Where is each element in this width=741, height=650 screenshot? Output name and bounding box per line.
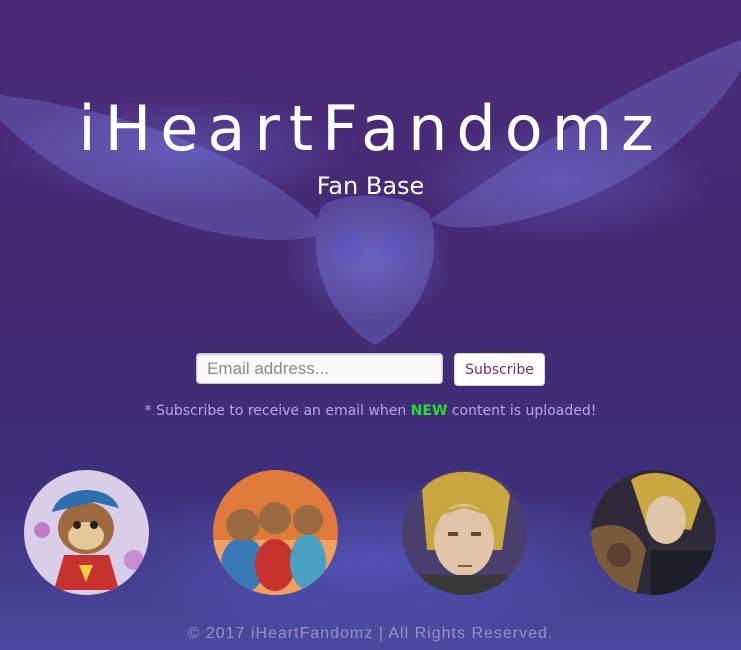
avatar-chipmunks[interactable] bbox=[213, 470, 338, 595]
avatar-edward[interactable] bbox=[402, 470, 527, 595]
email-input[interactable] bbox=[196, 353, 444, 384]
subscribe-form: Subscribe bbox=[0, 353, 741, 386]
note-new-highlight: NEW bbox=[410, 403, 448, 419]
avatar-edward-automail[interactable] bbox=[591, 470, 716, 595]
avatar-alvin[interactable] bbox=[24, 470, 149, 595]
note-prefix: * Subscribe to receive an email when bbox=[144, 403, 411, 419]
subscribe-button[interactable]: Subscribe bbox=[454, 353, 545, 386]
site-title: iHeartFandomz bbox=[78, 92, 663, 165]
note-suffix: content is uploaded! bbox=[447, 403, 597, 419]
site-subtitle: Fan Base bbox=[316, 172, 425, 200]
footer-copyright: © 2017 iHeartFandomz | All Rights Reserv… bbox=[187, 625, 554, 642]
subscribe-note: * Subscribe to receive an email when NEW… bbox=[0, 403, 741, 419]
